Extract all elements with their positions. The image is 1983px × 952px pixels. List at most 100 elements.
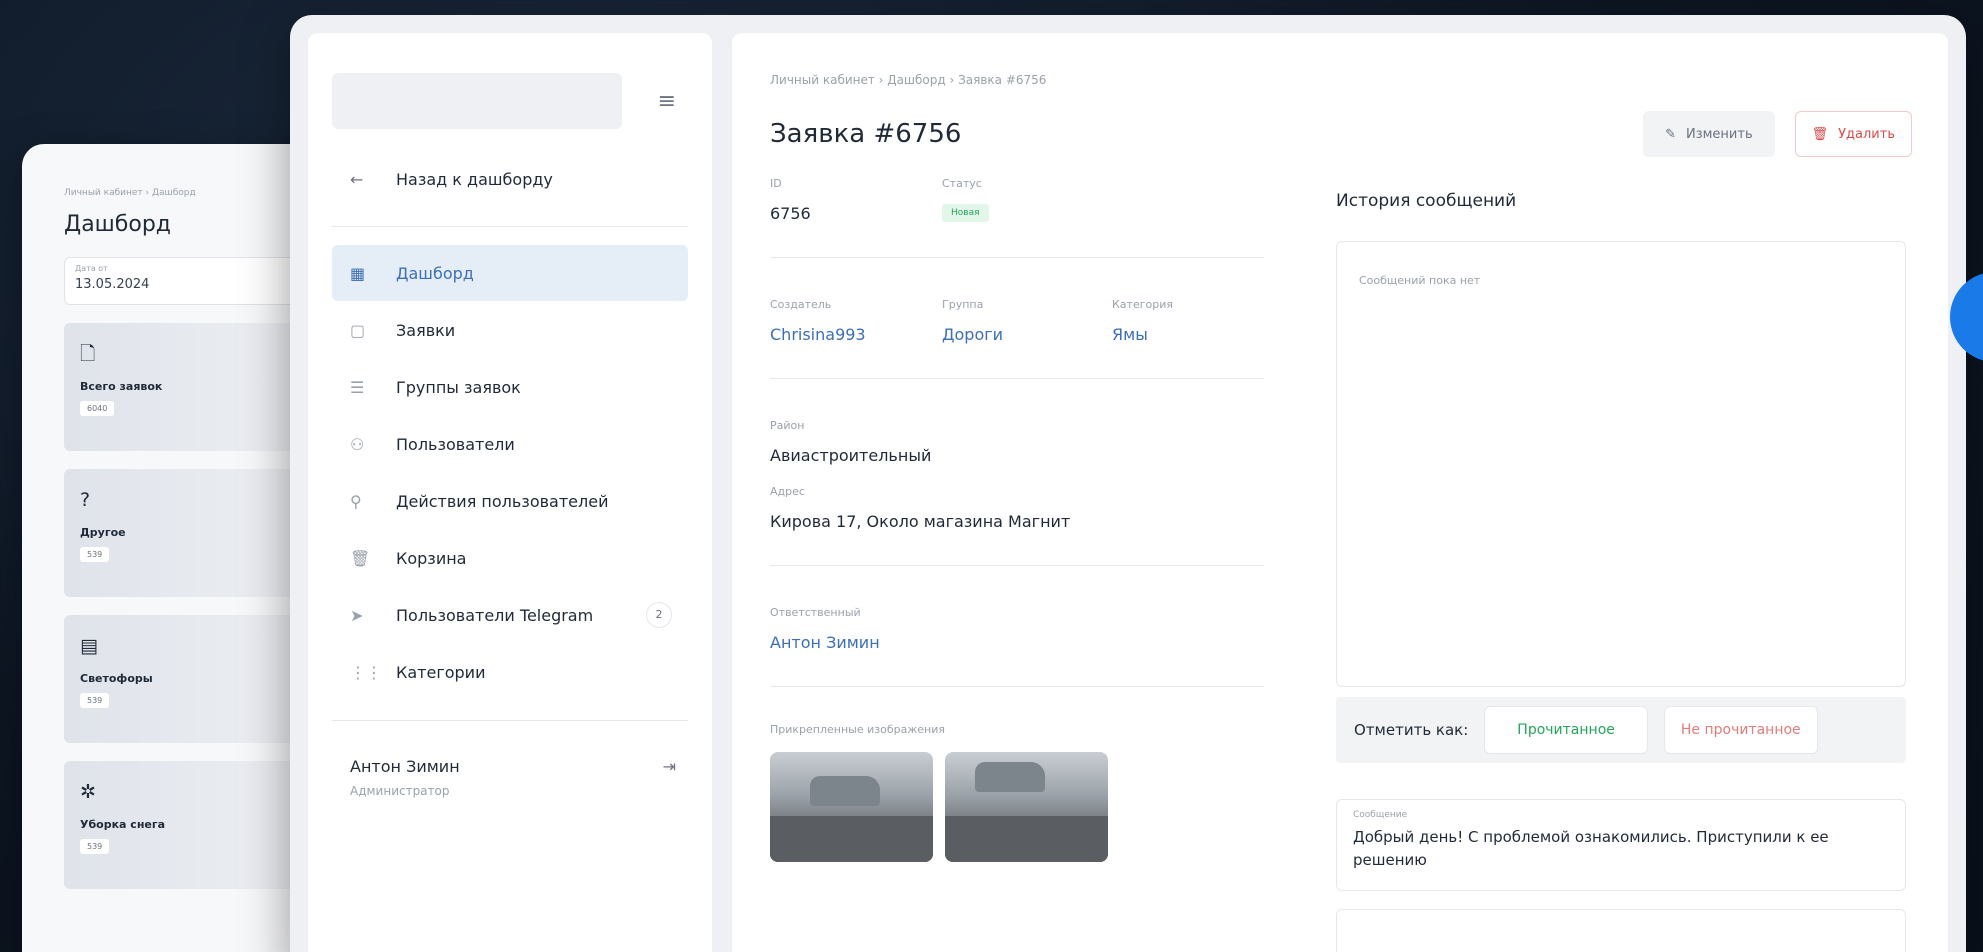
empty-history-text: Сообщений пока нет bbox=[1359, 274, 1481, 287]
back-to-dashboard-link[interactable]: ← Назад к дашборду bbox=[332, 153, 688, 227]
category-field: Категория Ямы bbox=[1112, 298, 1173, 344]
columns: ID 6756 Статус Новая Создатель Chrisina9… bbox=[770, 177, 1912, 952]
hamburger-menu-icon[interactable]: ≡ bbox=[658, 89, 676, 114]
sidebar-nav: ▦ Дашборд ▢ Заявки ☰ Группы заявок ⚇ Пол… bbox=[332, 245, 688, 700]
mark-as-row: Отметить как: Прочитанное Не прочитанное bbox=[1336, 697, 1906, 763]
user-actions-icon: ⚲ bbox=[350, 491, 362, 511]
requests-icon: ▢ bbox=[350, 320, 366, 340]
sidebar-item-requests[interactable]: ▢ Заявки bbox=[332, 302, 688, 358]
field-label: Создатель bbox=[770, 298, 832, 311]
message-text: Добрый день! С проблемой ознакомились. П… bbox=[1353, 828, 1829, 869]
telegram-icon: ➤ bbox=[350, 605, 364, 625]
sidebar-item-dashboard[interactable]: ▦ Дашборд bbox=[332, 245, 688, 301]
creator-link[interactable]: Chrisina993 bbox=[770, 325, 942, 344]
status-field: Статус Новая bbox=[942, 177, 989, 223]
attachment-input[interactable] bbox=[1336, 909, 1906, 952]
sidebar-item-categories[interactable]: ⋮⋮ Категории bbox=[332, 644, 688, 700]
history-title: История сообщений bbox=[1336, 191, 1517, 211]
sidebar-item-users[interactable]: ⚇ Пользователи bbox=[332, 416, 688, 472]
sidebar-item-request-groups[interactable]: ☰ Группы заявок bbox=[332, 359, 688, 415]
details-column: ID 6756 Статус Новая Создатель Chrisina9… bbox=[770, 177, 1264, 952]
stat-name: Всего заявок bbox=[80, 380, 163, 393]
stat-count: 6040 bbox=[80, 401, 115, 416]
sidebar-item-label: Заявки bbox=[396, 320, 456, 340]
stat-name: Другое bbox=[80, 526, 126, 539]
sidebar-item-telegram-users[interactable]: ➤ Пользователи Telegram 2 bbox=[332, 587, 688, 643]
photo-road bbox=[945, 816, 1108, 862]
sidebar-item-label: Действия пользователей bbox=[396, 491, 609, 511]
image-thumbnail[interactable] bbox=[945, 752, 1108, 862]
id-status-row: ID 6756 Статус Новая bbox=[770, 177, 1264, 258]
creator-group-category-row: Создатель Chrisina993 Группа Дороги Кате… bbox=[770, 258, 1264, 379]
field-value: 6756 bbox=[770, 204, 811, 223]
sidebar-item-label: Пользователи Telegram bbox=[396, 605, 594, 625]
stat-card-traffic-lights[interactable]: ▤ Светофоры 539 bbox=[64, 615, 324, 743]
title-row: Заявка #6756 ✎ Изменить 🗑 Удалить bbox=[770, 111, 1912, 157]
count-badge: 2 bbox=[646, 602, 672, 628]
group-field: Группа Дороги bbox=[942, 298, 1112, 344]
snowflake-icon: ✲ bbox=[80, 781, 96, 803]
image-thumbnail[interactable] bbox=[770, 752, 933, 862]
logout-icon[interactable]: ⇥ bbox=[663, 757, 676, 776]
users-icon: ⚇ bbox=[350, 434, 365, 454]
sidebar-item-trash[interactable]: 🗑 Корзина bbox=[332, 530, 688, 586]
stat-card-snow[interactable]: ✲ Уборка снега 539 bbox=[64, 761, 324, 889]
photo-car bbox=[975, 762, 1045, 792]
delete-button[interactable]: 🗑 Удалить bbox=[1794, 111, 1912, 157]
district-value: Авиастроительный bbox=[770, 446, 932, 465]
message-history[interactable]: Сообщений пока нет bbox=[1336, 241, 1906, 687]
images-section: Прикрепленные изображения bbox=[770, 687, 1264, 862]
date-field-label: Дата от bbox=[75, 264, 108, 273]
question-icon: ? bbox=[80, 489, 91, 511]
mark-read-button[interactable]: Прочитанное bbox=[1484, 706, 1648, 754]
date-field[interactable]: Дата от 13.05.2024 bbox=[64, 257, 304, 305]
responsible-section: Ответственный Антон Зимин bbox=[770, 566, 1264, 687]
address-value: Кирова 17, Около магазина Магнит bbox=[770, 512, 1071, 531]
field-label: Прикрепленные изображения bbox=[770, 723, 945, 736]
history-column: История сообщений Сообщений пока нет Отм… bbox=[1336, 177, 1906, 952]
sidebar-item-user-actions[interactable]: ⚲ Действия пользователей bbox=[332, 473, 688, 529]
pencil-icon: ✎ bbox=[1665, 126, 1676, 142]
responsible-link[interactable]: Антон Зимин bbox=[770, 633, 1264, 652]
image-thumbnails bbox=[770, 752, 1264, 862]
creator-field: Создатель Chrisina993 bbox=[770, 298, 942, 344]
traffic-light-icon: ▤ bbox=[80, 635, 98, 657]
id-field: ID 6756 bbox=[770, 177, 942, 223]
sidebar: ≡ ← Назад к дашборду ▦ Дашборд ▢ Заявки … bbox=[308, 33, 712, 952]
stat-name: Светофоры bbox=[80, 672, 153, 685]
request-details: Личный кабинет › Дашборд › Заявка #6756 … bbox=[732, 33, 1948, 952]
actions: ✎ Изменить 🗑 Удалить bbox=[1643, 111, 1912, 157]
status-badge: Новая bbox=[942, 204, 989, 222]
message-input[interactable]: Сообщение Добрый день! С проблемой ознак… bbox=[1336, 799, 1906, 891]
field-label: Статус bbox=[942, 177, 982, 190]
message-label: Сообщение bbox=[1353, 810, 1408, 820]
stat-card-other[interactable]: ? Другое 539 bbox=[64, 469, 324, 597]
sidebar-item-label: Дашборд bbox=[396, 263, 474, 283]
page-title: Дашборд bbox=[64, 212, 172, 237]
main-window: ≡ ← Назад к дашборду ▦ Дашборд ▢ Заявки … bbox=[290, 15, 1966, 952]
user-role: Администратор bbox=[350, 784, 450, 798]
delete-button-label: Удалить bbox=[1838, 126, 1895, 142]
stat-count: 539 bbox=[80, 693, 110, 708]
sidebar-item-label: Корзина bbox=[396, 548, 467, 568]
field-label: ID bbox=[770, 177, 782, 190]
location-section: Район Авиастроительный Адрес Кирова 17, … bbox=[770, 379, 1264, 566]
trash-icon: 🗑 bbox=[1811, 126, 1829, 142]
stat-count: 539 bbox=[80, 547, 110, 562]
logo bbox=[332, 73, 622, 129]
dashboard-icon: ▦ bbox=[350, 263, 366, 283]
field-label: Район bbox=[770, 419, 805, 432]
groups-icon: ☰ bbox=[350, 377, 365, 397]
field-label: Категория bbox=[1112, 298, 1173, 311]
trash-icon: 🗑 bbox=[350, 548, 371, 568]
edit-button[interactable]: ✎ Изменить bbox=[1643, 111, 1775, 157]
mark-unread-button[interactable]: Не прочитанное bbox=[1663, 706, 1818, 754]
stat-card-total[interactable]: 🗋 Всего заявок 6040 bbox=[64, 323, 324, 451]
breadcrumb: Личный кабинет › Дашборд bbox=[64, 188, 196, 198]
group-link[interactable]: Дороги bbox=[942, 325, 1112, 344]
category-link[interactable]: Ямы bbox=[1112, 325, 1173, 344]
user-block: Антон Зимин Администратор ⇥ bbox=[332, 720, 688, 798]
field-label: Адрес bbox=[770, 485, 805, 498]
sidebar-item-label: Пользователи bbox=[396, 434, 515, 454]
edit-button-label: Изменить bbox=[1685, 126, 1753, 142]
